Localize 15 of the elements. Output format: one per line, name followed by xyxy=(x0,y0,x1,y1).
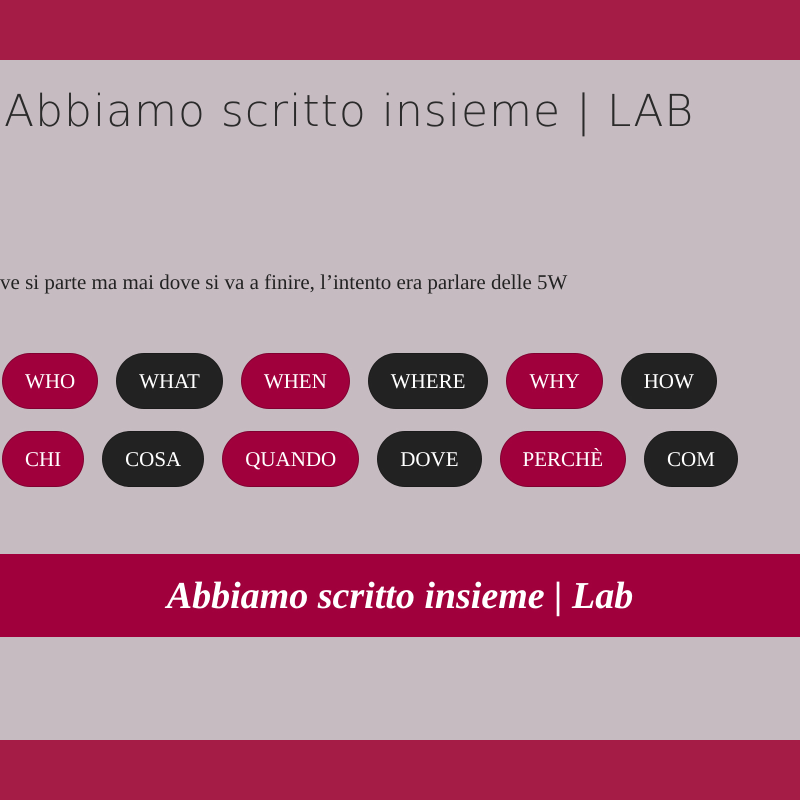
tag-pill[interactable]: COM xyxy=(644,431,738,487)
banner-title: Abbiamo scritto insieme | Lab xyxy=(166,574,634,618)
tag-pill[interactable]: WHERE xyxy=(368,353,488,409)
tag-pill[interactable]: QUANDO xyxy=(222,431,360,487)
page-title: Abbiamo scritto insieme | LAB xyxy=(3,85,696,139)
tag-pill[interactable]: DOVE xyxy=(377,431,482,487)
tag-pill[interactable]: WHY xyxy=(506,353,603,409)
intro-text: ve si parte ma mai dove si va a finire, l’intento era parlare delle 5W xyxy=(0,270,568,295)
tag-pill[interactable]: WHEN xyxy=(240,353,350,409)
tag-pill[interactable]: WHO xyxy=(2,353,98,409)
tag-pill[interactable]: WHAT xyxy=(116,353,223,409)
tag-pill[interactable]: COSA xyxy=(102,431,204,487)
tag-pill[interactable]: PERCHÈ xyxy=(500,431,626,487)
tag-pill[interactable]: CHI xyxy=(2,431,84,487)
tag-pill[interactable]: HOW xyxy=(620,353,717,409)
